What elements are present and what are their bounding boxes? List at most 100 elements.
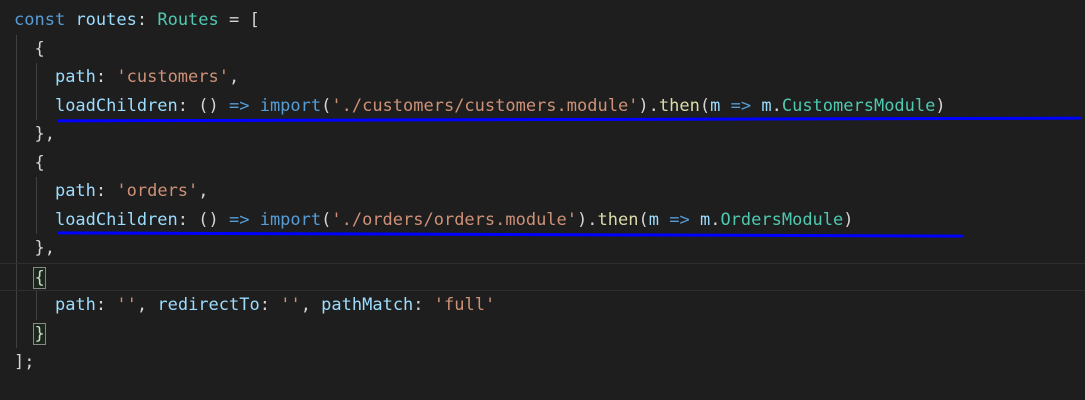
code-token: './customers/customers.module' <box>331 95 639 116</box>
code-token: . <box>710 209 721 230</box>
code-token: ) <box>843 209 854 230</box>
code-token: routes <box>75 10 137 30</box>
code-line[interactable]: loadChildren: () => import('./customers/… <box>0 91 1085 120</box>
code-line[interactable]: { <box>0 34 1085 63</box>
code-token: ( <box>699 95 711 116</box>
code-token: : <box>95 181 117 201</box>
code-line[interactable]: path: 'customers', <box>0 63 1085 92</box>
indent-guide <box>16 291 17 320</box>
code-line[interactable]: const routes: Routes = [ <box>0 6 1085 35</box>
code-token: redirectTo <box>157 295 260 315</box>
code-token: '' <box>280 295 301 315</box>
indent-guide <box>36 91 38 120</box>
code-token: m <box>761 95 772 116</box>
code-token: => <box>228 95 250 116</box>
code-token: pathMatch <box>321 295 414 315</box>
code-editor[interactable]: const routes: Routes = [ { path: 'custom… <box>0 0 1085 400</box>
indent-guide <box>16 234 17 263</box>
code-token: => <box>669 209 690 230</box>
code-token: = [ <box>218 10 260 30</box>
code-line[interactable]: }, <box>0 234 1085 263</box>
code-token: const <box>14 10 66 30</box>
code-lines[interactable]: const routes: Routes = [ { path: 'custom… <box>0 6 1085 377</box>
code-token: }, <box>34 124 55 144</box>
code-token: path <box>54 67 96 87</box>
code-token: m <box>648 209 659 230</box>
code-token: CustomersModule <box>781 95 936 116</box>
code-token: './orders/orders.module' <box>331 209 578 230</box>
code-token: , <box>198 181 209 201</box>
indent-guide <box>36 177 38 206</box>
code-token: 'orders' <box>116 181 199 201</box>
code-token: => <box>730 95 752 116</box>
indent-guide <box>16 120 17 149</box>
indent-guide <box>16 205 17 234</box>
code-token: : <box>136 10 158 30</box>
code-line[interactable]: }, <box>0 120 1085 149</box>
code-token: '' <box>116 295 137 315</box>
code-token: : <box>259 295 281 315</box>
code-token: 'customers' <box>116 67 229 87</box>
indent-guide <box>16 91 17 120</box>
code-token: , <box>136 295 158 315</box>
code-line[interactable]: } <box>0 319 1085 348</box>
code-token: . <box>771 95 782 116</box>
code-token: ( <box>638 209 649 230</box>
code-token: : <box>95 295 117 315</box>
code-token: : () <box>177 209 229 230</box>
code-token: 'full' <box>433 295 496 315</box>
indent-guide <box>36 63 38 92</box>
code-line[interactable]: path: '', redirectTo: '', pathMatch: 'fu… <box>0 291 1085 320</box>
code-token: : () <box>177 95 229 116</box>
code-token: import <box>259 95 322 116</box>
code-token: , <box>300 295 322 315</box>
code-token: : <box>95 67 117 87</box>
code-token: m <box>699 209 711 230</box>
indent-guide <box>16 177 17 206</box>
code-token: import <box>259 209 322 230</box>
code-token: then <box>597 209 639 230</box>
code-token: then <box>658 95 700 116</box>
code-token: ( <box>321 95 332 116</box>
code-token: { <box>34 152 45 173</box>
code-token: OrdersModule <box>720 209 844 230</box>
code-token: }, <box>34 238 55 258</box>
code-line[interactable]: path: 'orders', <box>0 177 1085 206</box>
code-token: m <box>710 95 721 116</box>
code-token: { <box>33 266 46 289</box>
code-token: : <box>413 295 434 315</box>
code-token: path <box>54 181 96 201</box>
code-line[interactable]: ]; <box>0 348 1085 377</box>
code-token: , <box>228 67 240 87</box>
code-token: loadChildren <box>54 209 178 230</box>
code-line[interactable]: { <box>0 148 1085 177</box>
code-token: Routes <box>157 10 219 30</box>
code-token: ). <box>577 209 598 230</box>
code-token: ( <box>321 209 332 230</box>
indent-guide <box>36 205 38 234</box>
code-token: => <box>228 209 250 230</box>
indent-guide <box>16 34 17 63</box>
indent-guide <box>16 148 17 177</box>
code-token: ) <box>935 95 946 116</box>
code-line[interactable]: loadChildren: () => import('./orders/ord… <box>0 205 1085 234</box>
code-line[interactable]: { <box>0 262 1085 291</box>
indent-guide <box>36 291 38 320</box>
